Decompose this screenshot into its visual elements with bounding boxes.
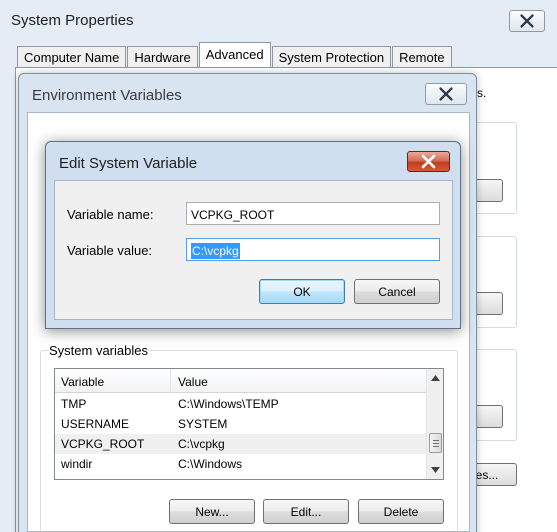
column-header-variable[interactable]: Variable	[55, 369, 171, 393]
tab-hardware[interactable]: Hardware	[127, 46, 198, 68]
delete-variable-button[interactable]: Delete	[358, 499, 444, 524]
grip-line	[433, 440, 439, 441]
tab-remote[interactable]: Remote	[392, 46, 452, 68]
table-row[interactable]: USERNAME SYSTEM	[55, 414, 426, 434]
variable-name-cell: TMP	[61, 397, 87, 411]
scroll-up-arrow-icon[interactable]	[431, 375, 440, 381]
variable-name-field[interactable]: VCPKG_ROOT	[186, 202, 440, 225]
new-variable-button[interactable]: New...	[169, 499, 255, 524]
variable-name-cell: USERNAME	[61, 417, 130, 431]
list-header: Variable Value	[55, 369, 426, 393]
system-properties-title: System Properties	[11, 12, 134, 29]
column-header-value[interactable]: Value	[172, 369, 426, 393]
variable-name-cell: VCPKG_ROOT	[61, 437, 145, 451]
scroll-down-arrow-icon[interactable]	[431, 467, 440, 473]
variable-value-cell: C:\Windows\TEMP	[178, 397, 279, 411]
system-variables-list[interactable]: Variable Value TMP C:\Windows\TEMP USERN…	[54, 368, 444, 480]
tab-advanced[interactable]: Advanced	[198, 42, 271, 67]
system-variables-label: System variables	[49, 343, 148, 358]
cancel-button[interactable]: Cancel	[354, 279, 440, 304]
scroll-thumb[interactable]	[429, 433, 442, 453]
list-scrollbar[interactable]	[426, 369, 443, 479]
system-properties-close-button[interactable]	[509, 10, 545, 32]
variable-value-cell: C:\Windows	[178, 457, 243, 471]
close-icon	[421, 154, 436, 169]
close-icon	[439, 87, 453, 101]
edit-variable-button[interactable]: Edit...	[263, 499, 349, 524]
grip-line	[433, 443, 439, 444]
environment-variables-close-button[interactable]	[425, 83, 467, 105]
table-row[interactable]: windir C:\Windows	[55, 454, 426, 474]
close-icon	[520, 14, 534, 28]
variable-name-cell: windir	[61, 457, 93, 471]
environment-variables-button[interactable]: les...	[470, 463, 517, 486]
variable-name-value: VCPKG_ROOT	[191, 208, 275, 222]
grip-line	[433, 446, 439, 447]
partial-text: s.	[477, 86, 487, 100]
table-row[interactable]: TMP C:\Windows\TEMP	[55, 394, 426, 414]
variable-value-selected-text: C:\vcpkg	[191, 243, 240, 259]
table-row-selected[interactable]: VCPKG_ROOT C:\vcpkg	[55, 434, 426, 454]
variable-name-label: Variable name:	[67, 207, 154, 222]
variable-value-field[interactable]: C:\vcpkg	[186, 238, 440, 261]
system-properties-tabs: Computer Name Hardware Advanced System P…	[17, 42, 453, 68]
ok-button[interactable]: OK	[259, 279, 345, 304]
edit-dialog-title: Edit System Variable	[59, 155, 198, 172]
variable-value-cell: SYSTEM	[178, 417, 228, 431]
tab-system-protection[interactable]: System Protection	[271, 46, 392, 68]
environment-variables-title: Environment Variables	[32, 87, 182, 104]
edit-dialog-close-button[interactable]	[407, 151, 450, 172]
variable-value-cell: C:\vcpkg	[178, 437, 225, 451]
variable-value-label: Variable value:	[67, 243, 153, 258]
tab-computer-name[interactable]: Computer Name	[17, 46, 127, 68]
